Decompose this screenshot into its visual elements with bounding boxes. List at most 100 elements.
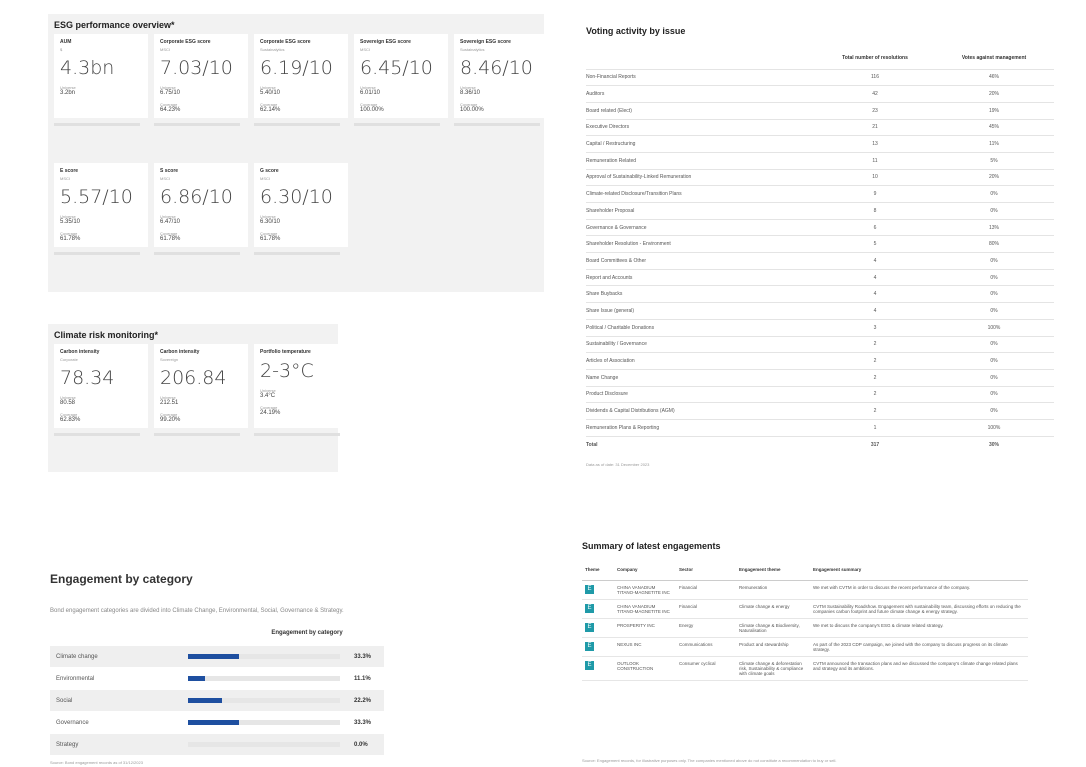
metric-universe-value: 80.58 [60, 400, 76, 406]
voting-against: 0% [934, 302, 1054, 320]
metric-source: Sustainalytics [260, 47, 285, 52]
metric-card: Carbon intensity Corporate 78.34 Universe 80… [54, 344, 148, 436]
voting-resolutions: 3 [816, 318, 934, 336]
engagement-theme-cell: E [582, 618, 614, 638]
engagement-theme-cell: E [582, 580, 614, 600]
metric-universe-value: 6.30/10 [260, 219, 281, 225]
metric-label: Carbon intensity [60, 349, 100, 355]
voting-row: Dividends & Capital Distributions (AGM) 2… [586, 402, 1054, 420]
metric-source: MSCI [160, 47, 170, 52]
voting-row: Remuneration Plans & Reporting 1 100% [586, 418, 1054, 437]
engagement-summary: CVTM announced the transaction plans and… [810, 656, 1028, 681]
voting-resolutions: 4 [816, 268, 934, 286]
voting-resolutions: 42 [816, 85, 934, 103]
category-note: Source: Bond engagement records as of 31… [50, 760, 143, 765]
engagement-theme: Climate change & energy [736, 599, 810, 619]
category-bar-value: 33.3% [354, 653, 372, 660]
engagements-note: Source: Engagement records, for illustra… [582, 758, 837, 763]
voting-row: Share Issue (general) 4 0% [586, 302, 1054, 320]
environment-theme-icon: E [585, 584, 594, 594]
metric-coverage-value: 64.23% [160, 107, 181, 113]
voting-row: Governance & Governance 6 13% [586, 218, 1054, 236]
metric-card: Corporate ESG score MSCI 7.03/10 Universe 6.… [154, 34, 248, 126]
metric-source: Sovereign [160, 357, 179, 362]
metric-coverage-value: 61.78% [260, 236, 281, 242]
engagement-theme-cell: E [582, 599, 614, 619]
engagement-summary: CVTM Sustainability Roadshow. Engagement… [810, 599, 1028, 619]
engagements-header-theme: Theme [582, 560, 614, 581]
voting-resolutions: 116 [816, 68, 934, 86]
metric-footnote-bar [254, 252, 340, 255]
engagement-sector: Financial [676, 580, 736, 600]
voting-issue: Report and Accounts [586, 268, 816, 286]
metric-footnote-bar [354, 123, 440, 126]
category-bar-row: Environmental 11.1% [50, 668, 384, 690]
voting-resolutions: 2 [816, 402, 934, 420]
metric-coverage-value: 99.20% [160, 417, 181, 423]
metric-value: 5.57/10 [60, 186, 133, 208]
engagements-header-engagement-theme: Engagement theme [736, 560, 810, 581]
voting-title: Voting activity by issue [586, 26, 686, 36]
category-bar-value: 11.1% [354, 675, 371, 682]
metric-footnote-bar [54, 252, 140, 255]
engagements-header-row: Theme Company Sector Engagement theme En… [582, 560, 1028, 581]
voting-row: Remuneration Related 11 5% [586, 151, 1054, 170]
voting-row: Political / Charitable Donations 3 100% [586, 318, 1054, 336]
voting-against: 100% [934, 318, 1054, 336]
metric-value: 6.30/10 [260, 186, 333, 208]
voting-resolutions: 2 [816, 335, 934, 353]
voting-resolutions: 4 [816, 302, 934, 320]
voting-row: Capital / Restructuring 13 11% [586, 135, 1054, 153]
voting-issue: Auditors [586, 85, 816, 103]
voting-resolutions: 9 [816, 185, 934, 203]
category-bar [188, 698, 222, 703]
voting-against: 30% [934, 435, 1054, 453]
voting-resolutions: 11 [816, 151, 934, 170]
voting-issue: Approval of Sustainability-Linked Remune… [586, 168, 816, 186]
voting-against: 19% [934, 101, 1054, 120]
metric-source: MSCI [160, 176, 170, 181]
voting-row: Shareholder Proposal 8 0% [586, 202, 1054, 220]
metric-footnote-bar [254, 123, 340, 126]
engagement-sector: Communications [676, 637, 736, 657]
category-title: Engagement by category [50, 572, 193, 586]
voting-row: Approval of Sustainability-Linked Remune… [586, 168, 1054, 186]
voting-issue: Climate-related Disclosure/Transition Pl… [586, 185, 816, 203]
metric-label: Sovereign ESG score [460, 39, 511, 45]
metric-universe-value: 5.35/10 [60, 219, 81, 225]
metric-universe-value: 6.47/10 [160, 219, 181, 225]
category-bar-track [188, 698, 340, 703]
category-bar [188, 654, 239, 659]
voting-against: 20% [934, 168, 1054, 186]
engagement-company: NEXUS INC [614, 637, 676, 657]
engagement-company: CHINA VANADIUM TITANO-MAGNETITE INC [614, 599, 676, 619]
category-bar-value: 0.0% [354, 741, 368, 748]
voting-against: 20% [934, 85, 1054, 103]
voting-resolutions: 21 [816, 118, 934, 136]
metric-label: AUM [60, 39, 72, 45]
voting-row: Executive Directors 21 45% [586, 118, 1054, 136]
engagement-theme-cell: E [582, 637, 614, 657]
voting-against: 5% [934, 151, 1054, 170]
metric-card: Portfolio temperature 2-3°C Universe 3.4°C C… [254, 344, 348, 436]
metric-card: Corporate ESG score Sustainalytics 6.19/10… [254, 34, 348, 126]
metric-label: Portfolio temperature [260, 349, 311, 355]
engagements-title: Summary of latest engagements [582, 541, 721, 551]
voting-issue: Name Change [586, 368, 816, 387]
metric-universe-value: 212.51 [160, 400, 179, 406]
voting-row: Report and Accounts 4 0% [586, 268, 1054, 286]
metric-card: E score MSCI 5.57/10 Universe 5.35/10 Coverag… [54, 163, 148, 255]
engagement-sector: Energy [676, 618, 736, 638]
voting-against: 0% [934, 335, 1054, 353]
metric-coverage-value: 24.19% [260, 410, 281, 416]
category-bar-row: Climate change 33.3% [50, 646, 384, 668]
voting-header-issue [586, 47, 816, 69]
voting-row: Climate-related Disclosure/Transition Pl… [586, 185, 1054, 203]
category-bar-value: 33.3% [354, 719, 372, 726]
engagements-table: Theme Company Sector Engagement theme En… [582, 560, 1028, 681]
category-bar-value: 22.2% [354, 697, 372, 704]
voting-against: 0% [934, 368, 1054, 387]
voting-row: Board related (Elect) 23 19% [586, 101, 1054, 120]
engagement-summary: As part of the 2023 CDP campaign, we joi… [810, 637, 1028, 657]
engagement-theme-cell: E [582, 656, 614, 681]
